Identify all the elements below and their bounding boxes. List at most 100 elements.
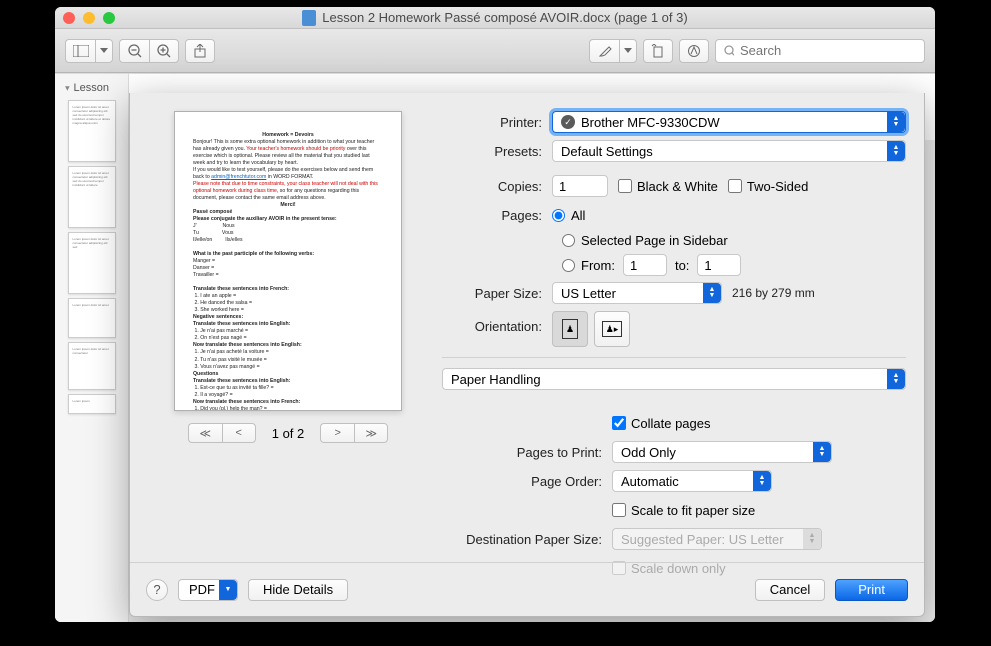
pagestoprint-select[interactable]: Odd Only ▲▼: [612, 441, 832, 463]
chevron-down-icon: [624, 48, 632, 53]
hide-details-button[interactable]: Hide Details: [248, 579, 348, 601]
presets-value: Default Settings: [561, 144, 653, 159]
to-input[interactable]: [697, 254, 741, 276]
window-title-text: Lesson 2 Homework Passé composé AVOIR.do…: [322, 10, 687, 25]
pageorder-select[interactable]: Automatic ▲▼: [612, 470, 772, 492]
page-preview: Homework = Devoirs Bonjour! This is some…: [174, 111, 402, 411]
rotate-icon: [651, 44, 665, 58]
window-title: Lesson 2 Homework Passé composé AVOIR.do…: [55, 10, 935, 26]
printer-status-icon: ✓: [561, 115, 575, 129]
cancel-button[interactable]: Cancel: [755, 579, 825, 601]
select-arrows-icon: ▲▼: [887, 369, 905, 389]
print-options: Printer: ✓ Brother MFC-9330CDW ▲▼ Preset…: [428, 111, 906, 586]
page-thumbnail[interactable]: Lorem ipsum dolor sit amet consectetur a…: [68, 100, 116, 162]
print-button[interactable]: Print: [835, 579, 908, 601]
bw-checkbox[interactable]: Black & White: [618, 179, 718, 194]
collate-label: Collate pages: [631, 416, 711, 431]
landscape-icon: ♟▸: [602, 321, 622, 337]
pages-label: Pages:: [442, 208, 552, 223]
thumbnail-sidebar: Lesson Lorem ipsum dolor sit amet consec…: [55, 74, 129, 622]
papersize-value: US Letter: [561, 286, 616, 301]
share-icon: [194, 44, 206, 58]
pages-all-label: All: [571, 208, 585, 223]
first-page-button[interactable]: ≪: [188, 423, 222, 443]
from-input[interactable]: [623, 254, 667, 276]
destsize-label: Destination Paper Size:: [442, 532, 612, 547]
copies-label: Copies:: [442, 179, 552, 194]
print-dialog: Homework = Devoirs Bonjour! This is some…: [129, 93, 925, 617]
prev-page-button[interactable]: <: [222, 423, 256, 443]
select-arrows-icon: ▲▼: [887, 112, 905, 132]
preview-pager: ≪ < 1 of 2 > ≫: [188, 423, 389, 443]
select-arrows-icon: ▲▼: [753, 471, 771, 491]
search-input[interactable]: [740, 43, 916, 58]
search-icon: [724, 45, 734, 57]
select-arrows-icon: ▲▼: [803, 529, 821, 549]
chevron-down-icon: ▼: [219, 580, 237, 600]
sidebar-header[interactable]: Lesson: [59, 80, 124, 96]
rotate-button[interactable]: [643, 39, 673, 63]
collate-checkbox[interactable]: Collate pages: [612, 416, 711, 431]
chevron-down-icon: [100, 48, 108, 53]
portrait-icon: ♟: [562, 319, 578, 339]
orientation-landscape-button[interactable]: ♟▸: [594, 311, 630, 347]
select-arrows-icon: ▲▼: [813, 442, 831, 462]
document-icon: [302, 10, 316, 26]
pageorder-label: Page Order:: [442, 474, 612, 489]
presets-select[interactable]: Default Settings ▲▼: [552, 140, 906, 162]
printer-value: Brother MFC-9330CDW: [581, 115, 720, 130]
highlighter-icon: [598, 44, 612, 58]
from-label: From:: [581, 258, 615, 273]
select-arrows-icon: ▲▼: [703, 283, 721, 303]
view-mode-button[interactable]: [65, 39, 95, 63]
zoom-in-button[interactable]: [149, 39, 179, 63]
last-page-button[interactable]: ≫: [354, 423, 388, 443]
twosided-checkbox[interactable]: Two-Sided: [728, 179, 808, 194]
pages-all-radio[interactable]: All: [552, 208, 585, 223]
pdf-label: PDF: [189, 582, 215, 597]
view-mode-menu[interactable]: [95, 39, 113, 63]
pdf-dropdown[interactable]: PDF ▼: [178, 579, 238, 601]
print-preview-column: Homework = Devoirs Bonjour! This is some…: [148, 111, 428, 586]
pages-selected-radio[interactable]: Selected Page in Sidebar: [562, 233, 728, 248]
page-thumbnail[interactable]: Lorem ipsum dolor sit amet consectetur a…: [68, 166, 116, 228]
section-select[interactable]: Paper Handling ▲▼: [442, 368, 906, 390]
destsize-select: Suggested Paper: US Letter ▲▼: [612, 528, 822, 550]
pages-from-radio[interactable]: From:: [562, 258, 615, 273]
dialog-footer: ? PDF ▼ Hide Details Cancel Print: [130, 562, 924, 616]
orientation-portrait-button[interactable]: ♟: [552, 311, 588, 347]
sidebar-icon: [73, 45, 89, 57]
page-thumbnail[interactable]: Lorem ipsum dolor sit amet: [68, 298, 116, 338]
pagestoprint-label: Pages to Print:: [442, 445, 612, 460]
titlebar: Lesson 2 Homework Passé composé AVOIR.do…: [55, 7, 935, 29]
presets-label: Presets:: [442, 144, 552, 159]
toolbar: [55, 29, 935, 73]
page-thumbnail[interactable]: Lorem ipsum dolor sit amet consectetur: [68, 342, 116, 390]
to-label: to:: [675, 258, 689, 273]
markup-button[interactable]: [679, 39, 709, 63]
pageorder-value: Automatic: [621, 474, 679, 489]
scalefit-checkbox[interactable]: Scale to fit paper size: [612, 503, 755, 518]
page-thumbnail[interactable]: Lorem ipsum dolor sit amet consectetur a…: [68, 232, 116, 294]
twosided-label: Two-Sided: [747, 179, 808, 194]
zoom-out-icon: [128, 44, 142, 58]
zoom-in-icon: [157, 44, 171, 58]
copies-input[interactable]: [552, 175, 608, 197]
next-page-button[interactable]: >: [320, 423, 354, 443]
page-indicator: 1 of 2: [272, 426, 305, 441]
share-button[interactable]: [185, 39, 215, 63]
zoom-out-button[interactable]: [119, 39, 149, 63]
pagestoprint-value: Odd Only: [621, 445, 676, 460]
app-window: Lesson 2 Homework Passé composé AVOIR.do…: [55, 7, 935, 622]
highlight-button[interactable]: [589, 39, 619, 63]
orientation-label: Orientation:: [442, 311, 552, 334]
highlight-menu[interactable]: [619, 39, 637, 63]
select-arrows-icon: ▲▼: [887, 141, 905, 161]
printer-select[interactable]: ✓ Brother MFC-9330CDW ▲▼: [552, 111, 906, 133]
search-field[interactable]: [715, 39, 925, 63]
markup-icon: [687, 44, 701, 58]
help-button[interactable]: ?: [146, 579, 168, 601]
papersize-select[interactable]: US Letter ▲▼: [552, 282, 722, 304]
page-thumbnail[interactable]: Lorem ipsum: [68, 394, 116, 414]
section-value: Paper Handling: [451, 372, 541, 387]
